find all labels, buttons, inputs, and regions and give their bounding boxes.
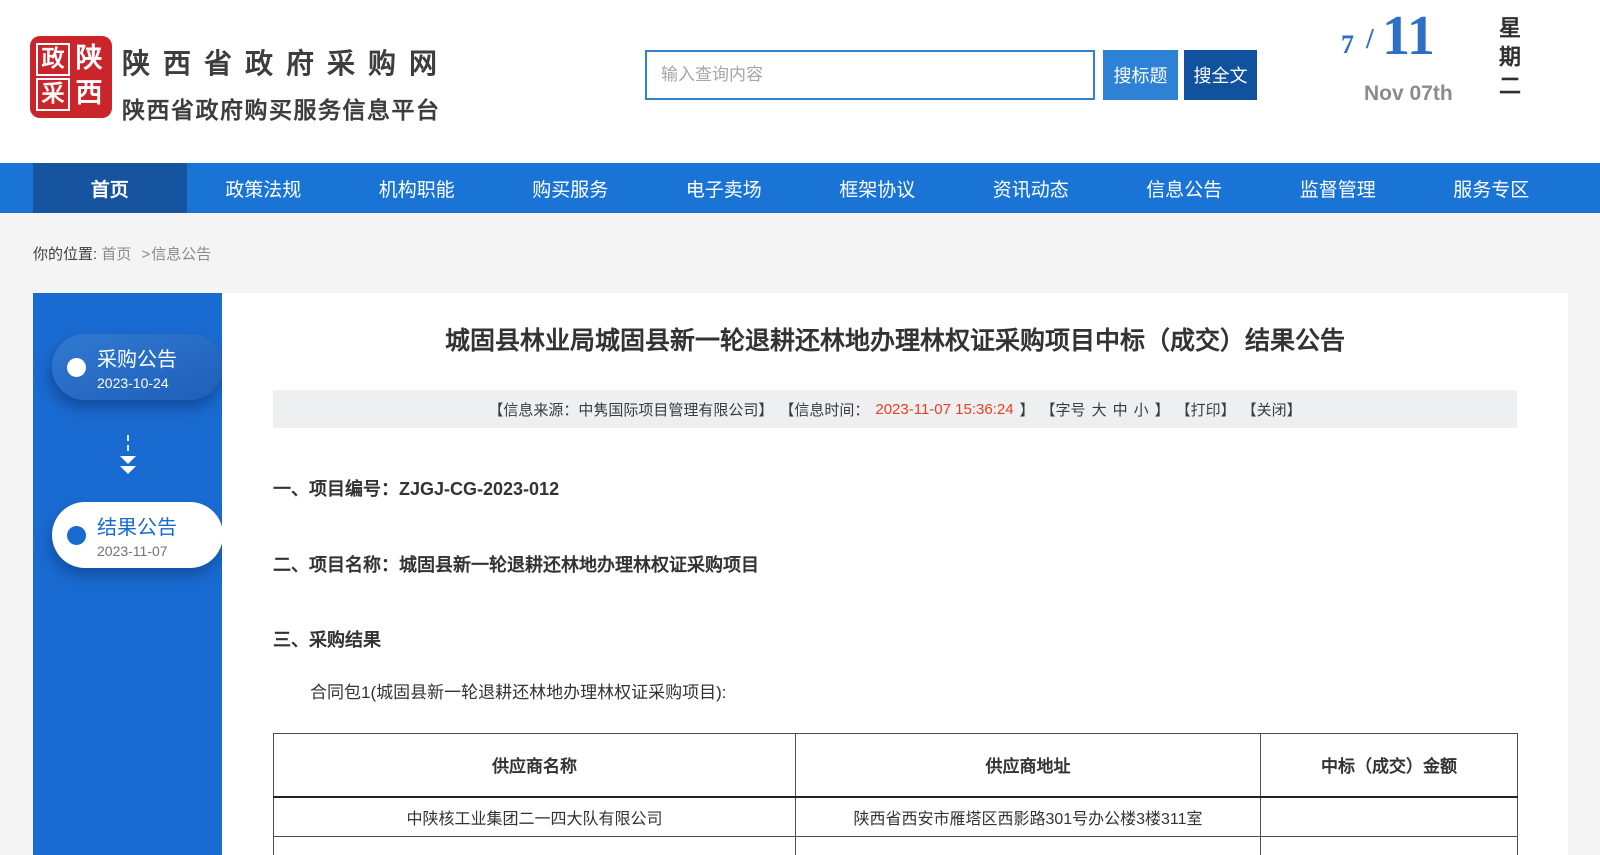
- site-subtitle: 陕西省政府购买服务信息平台: [122, 91, 450, 125]
- table-row: 中陕核工业集团二一四大队有限公司 陕西省西安市雁塔区西影路301号办公楼3楼31…: [274, 797, 1518, 837]
- cell-supplier-name: 中陕核工业集团二一四大队有限公司: [274, 797, 796, 837]
- date-slash: /: [1366, 24, 1374, 56]
- info-source: 【信息来源：中隽国际项目管理有限公司】: [488, 399, 773, 420]
- info-timestamp: 2023-11-07 15:36:24: [875, 401, 1013, 418]
- nav-item-policy[interactable]: 政策法规: [187, 163, 341, 213]
- section-procurement-result: 三、采购结果: [273, 626, 381, 652]
- timeline-step-purchase-announcement[interactable]: 采购公告 2023-10-24: [52, 334, 223, 400]
- breadcrumb-separator: >: [142, 246, 151, 263]
- fontsize-medium-button[interactable]: 中: [1113, 399, 1128, 420]
- breadcrumb-home-link[interactable]: 首页: [101, 246, 131, 263]
- nav-item-e-mall[interactable]: 电子卖场: [647, 163, 801, 213]
- nav-item-purchase-service[interactable]: 购买服务: [494, 163, 648, 213]
- step-date: 2023-10-24: [97, 375, 177, 391]
- fontsize-small-button[interactable]: 小: [1134, 399, 1149, 420]
- step-date: 2023-11-07: [97, 543, 177, 559]
- logo-char: 陕: [72, 43, 106, 76]
- section-project-number: 一、项目编号：ZJGJ-CG-2023-012: [273, 475, 559, 501]
- timeline-arrow-icon: [33, 435, 222, 474]
- fontsize-label: 【字号: [1041, 399, 1086, 420]
- date-english: Nov 07th: [1364, 82, 1453, 106]
- site-name: 陕西省政府采购网: [122, 42, 450, 82]
- search-input[interactable]: [645, 50, 1095, 100]
- main-nav: 首页 政策法规 机构职能 购买服务 电子卖场 框架协议 资讯动态 信息公告 监督…: [0, 163, 1600, 213]
- table-row-partial: [274, 837, 1518, 855]
- cell-award-amount: [1261, 797, 1518, 837]
- contract-package-line: 合同包1(城固县新一轮退耕还林地办理林权证采购项目):: [310, 678, 727, 703]
- logo-char: 采: [36, 78, 70, 111]
- logo-char: 西: [72, 78, 106, 111]
- timeline-step-result-announcement[interactable]: 结果公告 2023-11-07: [52, 502, 223, 568]
- nav-item-supervision[interactable]: 监督管理: [1261, 163, 1415, 213]
- nav-item-service-zone[interactable]: 服务专区: [1415, 163, 1569, 213]
- logo-char: 政: [36, 43, 70, 76]
- result-table: 供应商名称 供应商地址 中标（成交）金额 中陕核工业集团二一四大队有限公司 陕西…: [273, 733, 1518, 855]
- table-header-award-amount: 中标（成交）金额: [1261, 734, 1518, 797]
- nav-item-framework-agreement[interactable]: 框架协议: [801, 163, 955, 213]
- breadcrumb: 你的位置: 首页 >信息公告: [33, 243, 211, 264]
- nav-item-home[interactable]: 首页: [33, 163, 187, 213]
- date-day-small: 7: [1341, 30, 1354, 60]
- step-label: 结果公告: [97, 511, 177, 540]
- cell-supplier-address: 陕西省西安市雁塔区西影路301号办公楼3楼311室: [796, 797, 1261, 837]
- fontsize-close: 】: [1155, 399, 1170, 420]
- step-dot-icon: [67, 358, 86, 377]
- nav-item-announcements[interactable]: 信息公告: [1108, 163, 1262, 213]
- date-weekday: 星期二: [1492, 16, 1524, 103]
- info-time-label: 【信息时间：: [779, 399, 869, 420]
- table-header-supplier-name: 供应商名称: [274, 734, 796, 797]
- info-time-close: 】: [1020, 399, 1035, 420]
- article-content: 城固县林业局城固县新一轮退耕还林地办理林权证采购项目中标（成交）结果公告 【信息…: [222, 293, 1568, 855]
- page: 政 陕 采 西 陕西省政府采购网 陕西省政府购买服务信息平台 搜标题 搜全文 7…: [0, 0, 1600, 855]
- search-fulltext-button[interactable]: 搜全文: [1184, 50, 1257, 100]
- print-button[interactable]: 【打印】: [1176, 399, 1236, 420]
- site-titles: 陕西省政府采购网 陕西省政府购买服务信息平台: [122, 42, 450, 125]
- close-button[interactable]: 【关闭】: [1242, 399, 1302, 420]
- article-title: 城固县林业局城固县新一轮退耕还林地办理林权证采购项目中标（成交）结果公告: [222, 321, 1568, 357]
- nav-item-news[interactable]: 资讯动态: [954, 163, 1108, 213]
- date-day-big: 11: [1382, 4, 1435, 68]
- nav-item-organization[interactable]: 机构职能: [340, 163, 494, 213]
- breadcrumb-label: 你的位置:: [33, 246, 97, 263]
- section-project-name: 二、项目名称：城固县新一轮退耕还林地办理林权证采购项目: [273, 551, 759, 577]
- article-info-bar: 【信息来源：中隽国际项目管理有限公司】 【信息时间： 2023-11-07 15…: [273, 390, 1517, 428]
- table-header-row: 供应商名称 供应商地址 中标（成交）金额: [274, 734, 1518, 797]
- site-header: 政 陕 采 西 陕西省政府采购网 陕西省政府购买服务信息平台 搜标题 搜全文 7…: [0, 0, 1600, 163]
- table-header-supplier-address: 供应商地址: [796, 734, 1261, 797]
- search-title-button[interactable]: 搜标题: [1103, 50, 1178, 100]
- timeline-sidebar: 采购公告 2023-10-24 结果公告 2023-11-07: [33, 293, 222, 855]
- step-dot-icon: [67, 526, 86, 545]
- breadcrumb-current-link[interactable]: 信息公告: [151, 246, 211, 263]
- site-logo[interactable]: 政 陕 采 西: [30, 36, 112, 118]
- step-label: 采购公告: [97, 343, 177, 372]
- fontsize-large-button[interactable]: 大: [1092, 399, 1107, 420]
